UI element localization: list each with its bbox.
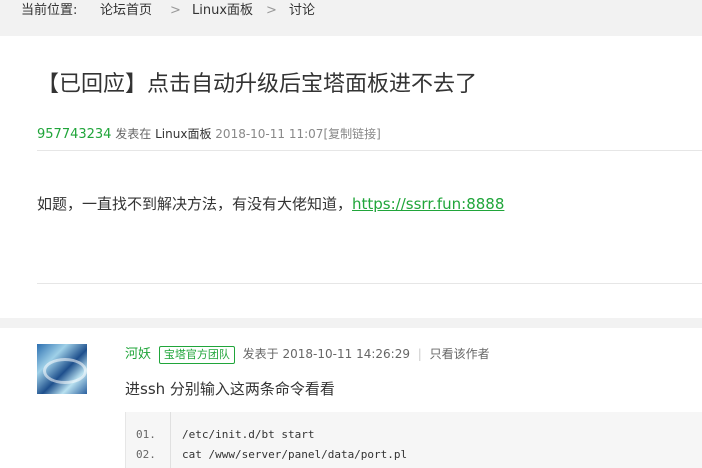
- breadcrumb: 当前位置: 论坛首页 > Linux面板 > 讨论: [0, 0, 702, 24]
- post-title: 【已回应】点击自动升级后宝塔面板进不去了: [37, 72, 478, 97]
- post-time: 2018-10-11 11:07: [215, 127, 324, 141]
- reply-content: 进ssh 分别输入这两条命令看看: [125, 380, 335, 398]
- breadcrumb-separator: >: [266, 3, 277, 18]
- meta-separator: |: [417, 347, 422, 361]
- reply-meta: 河妖 宝塔官方团队 发表于 2018-10-11 14:26:29 | 只看该作…: [125, 345, 490, 364]
- code-line-number: 02.: [136, 448, 156, 461]
- divider: [37, 150, 702, 151]
- post-card: 【已回应】点击自动升级后宝塔面板进不去了 957743234 发表在 Linux…: [0, 36, 702, 318]
- post-meta: 957743234 发表在 Linux面板 2018-10-11 11:07[复…: [37, 126, 381, 143]
- breadcrumb-link-discussion[interactable]: 讨论: [289, 1, 315, 21]
- post-content: 如题，一直找不到解决方法，有没有大佬知道，https://ssrr.fun:88…: [37, 194, 504, 214]
- breadcrumb-label: 当前位置:: [21, 3, 78, 18]
- breadcrumb-separator: >: [170, 3, 181, 18]
- breadcrumb-link-linux-panel[interactable]: Linux面板: [192, 1, 253, 21]
- reply-time: 2018-10-11 14:26:29: [282, 347, 410, 361]
- code-block: 01. /etc/init.d/bt start 02. cat /www/se…: [125, 412, 702, 468]
- only-author-link[interactable]: 只看该作者: [430, 347, 490, 361]
- reply-card: 河妖 宝塔官方团队 发表于 2018-10-11 14:26:29 | 只看该作…: [0, 328, 702, 468]
- post-forum-link[interactable]: Linux面板: [155, 127, 211, 141]
- copy-link-button[interactable]: [复制链接]: [323, 127, 380, 141]
- post-author-link[interactable]: 957743234: [37, 127, 111, 142]
- team-badge: 宝塔官方团队: [158, 346, 235, 364]
- divider: [37, 283, 702, 284]
- code-line-number: 01.: [136, 428, 156, 441]
- post-content-text: 如题，一直找不到解决方法，有没有大佬知道，: [37, 195, 353, 213]
- posted-in-label: 发表在: [115, 127, 152, 141]
- reply-author-link[interactable]: 河妖: [125, 347, 151, 362]
- code-line: cat /www/server/panel/data/port.pl: [182, 448, 408, 461]
- posted-at-label: 发表于: [242, 347, 279, 361]
- code-line: /etc/init.d/bt start: [182, 428, 315, 441]
- post-content-link[interactable]: https://ssrr.fun:8888: [352, 195, 504, 213]
- breadcrumb-link-forum-home[interactable]: 论坛首页: [100, 1, 152, 21]
- avatar[interactable]: [37, 344, 87, 394]
